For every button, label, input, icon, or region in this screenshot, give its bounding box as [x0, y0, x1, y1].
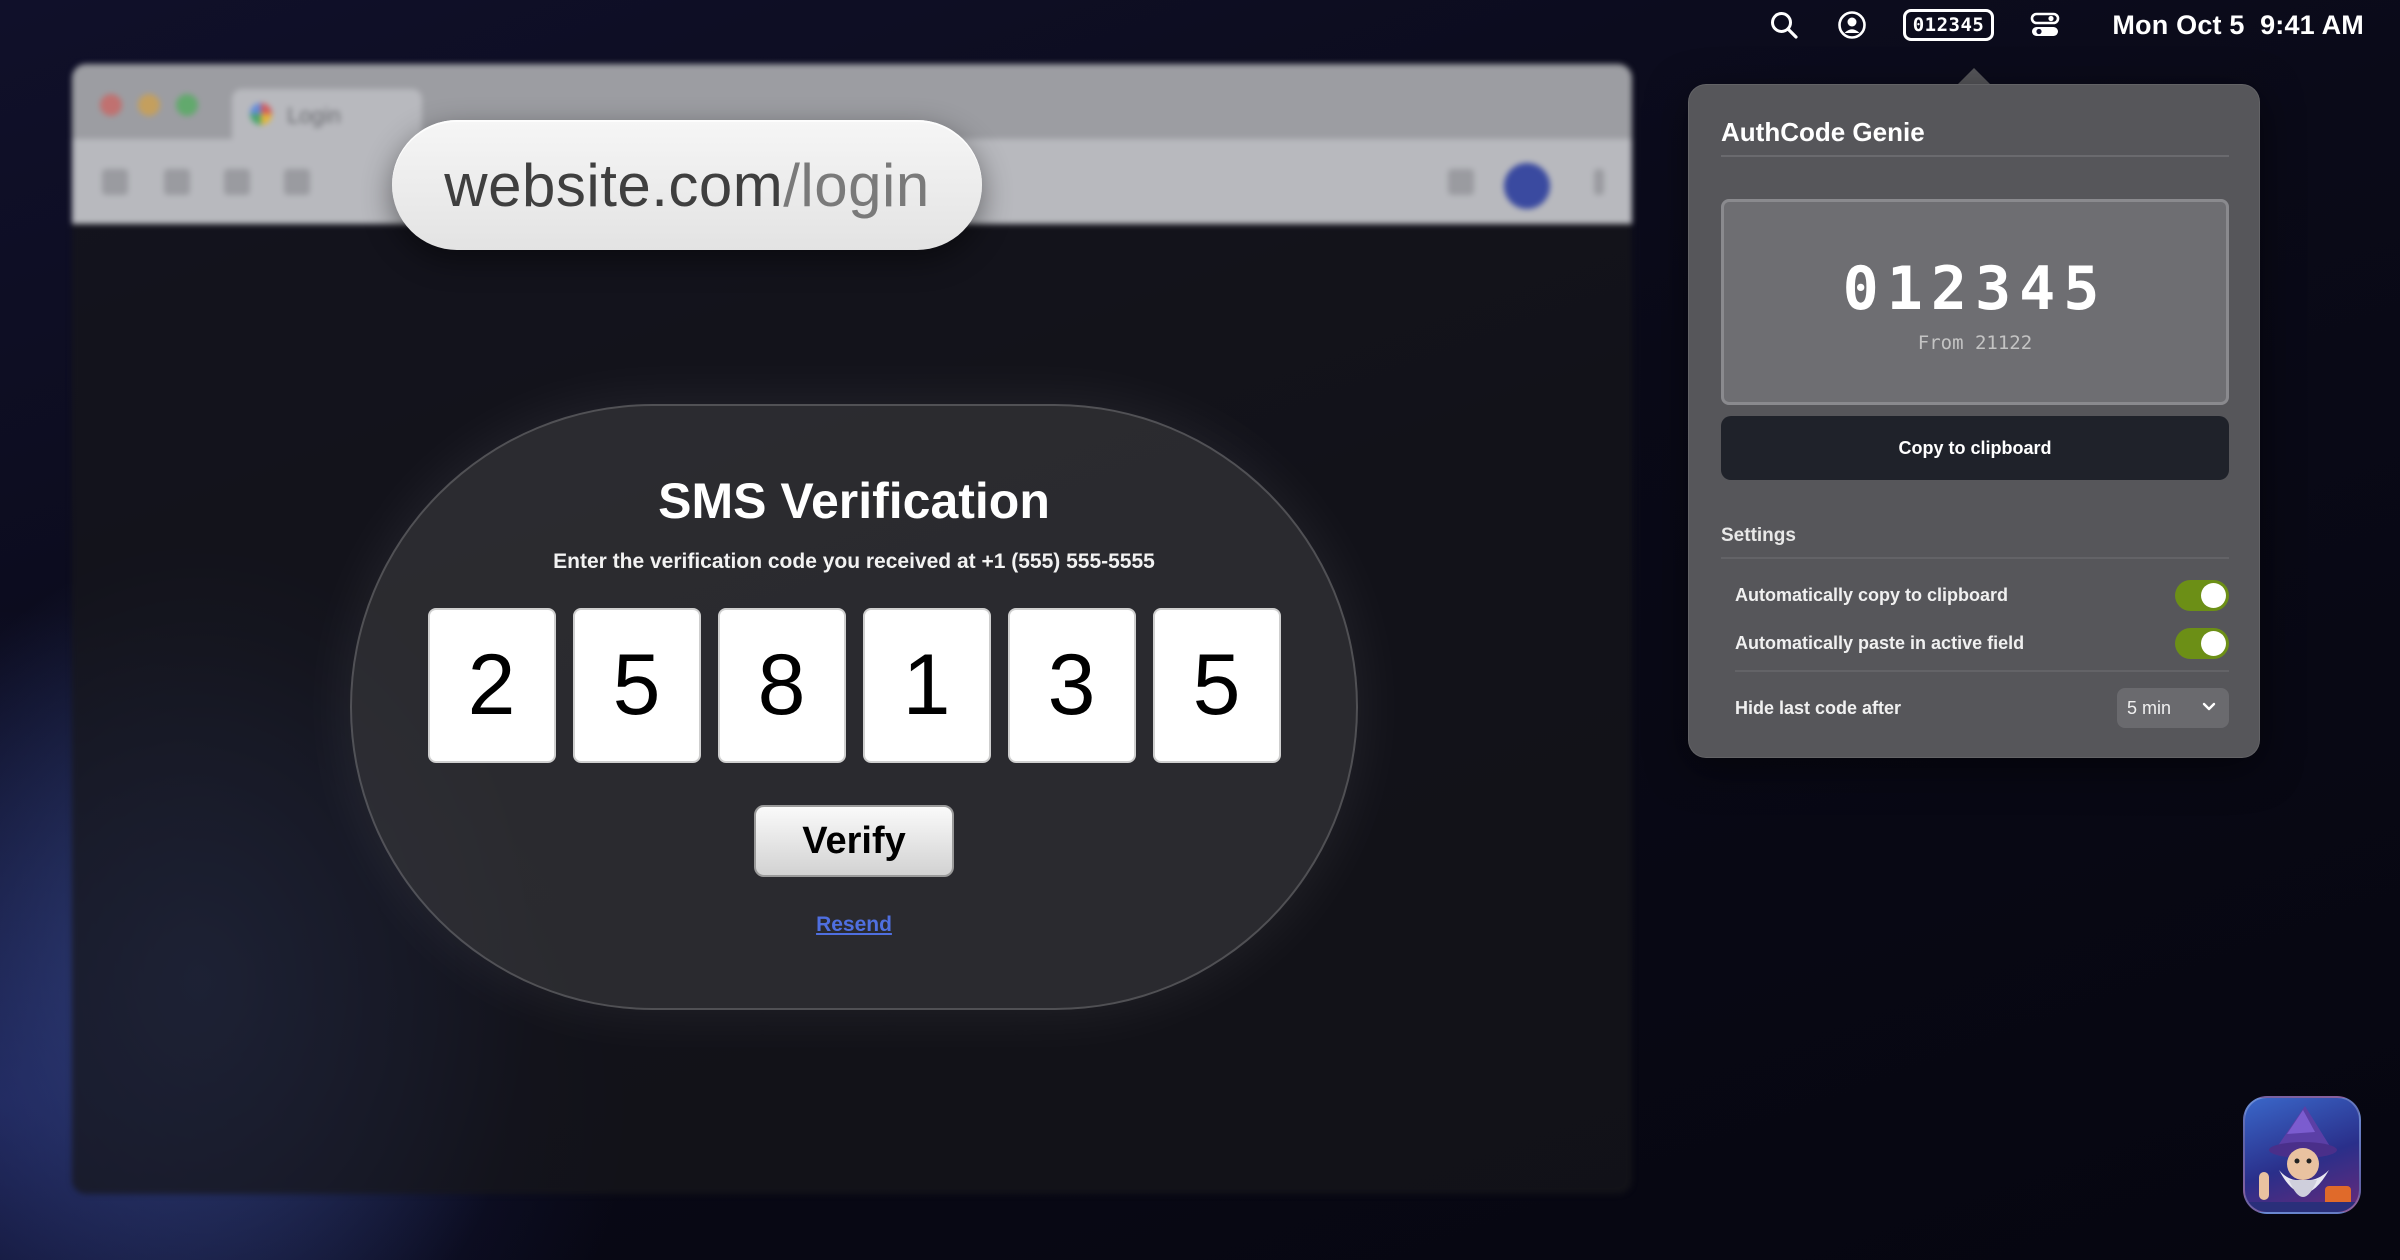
toggle-knob	[2201, 630, 2226, 656]
sms-verification-card: SMS Verification Enter the verification …	[350, 404, 1358, 1010]
minimize-window-icon[interactable]	[138, 94, 160, 116]
home-icon[interactable]	[284, 169, 310, 195]
verification-title: SMS Verification	[658, 473, 1050, 529]
code-digit-inputs: 2 5 8 1 3 5	[427, 608, 1281, 763]
last-code-value: 012345	[1842, 254, 2108, 324]
verify-button[interactable]: Verify	[754, 805, 954, 877]
wizard-app-icon[interactable]	[2243, 1096, 2361, 1214]
reload-icon[interactable]	[224, 169, 250, 195]
code-digit-input[interactable]: 5	[1152, 608, 1281, 763]
code-digit-input[interactable]: 1	[862, 608, 991, 763]
forward-icon[interactable]	[164, 169, 190, 195]
code-digit-input[interactable]: 2	[427, 608, 556, 763]
bookmark-star-icon[interactable]	[1448, 169, 1474, 195]
auto-paste-toggle[interactable]	[2175, 627, 2229, 659]
auto-copy-toggle[interactable]	[2175, 579, 2229, 611]
url-domain: website.com	[444, 151, 784, 219]
setting-auto-copy: Automatically copy to clipboard	[1735, 575, 2229, 615]
browser-tab-title: Login	[287, 103, 341, 128]
google-favicon-icon	[250, 103, 272, 125]
back-icon[interactable]	[102, 169, 128, 195]
setting-label: Hide last code after	[1735, 697, 1902, 718]
hide-duration-select[interactable]: 5 min	[2117, 688, 2229, 728]
more-menu-icon[interactable]	[1594, 169, 1604, 195]
setting-hide-code: Hide last code after 5 min	[1735, 688, 2229, 728]
verification-subtitle: Enter the verification code you received…	[553, 550, 1155, 573]
user-circle-icon[interactable]	[1835, 8, 1869, 42]
code-digit-input[interactable]: 5	[572, 608, 701, 763]
copy-to-clipboard-button[interactable]: Copy to clipboard	[1721, 416, 2229, 480]
code-digit-input[interactable]: 3	[1007, 608, 1136, 763]
divider	[1721, 155, 2229, 157]
chevron-down-icon	[2201, 698, 2217, 719]
popover-arrow	[1957, 68, 1991, 85]
browser-tab[interactable]: Login	[232, 89, 422, 139]
maximize-window-icon[interactable]	[176, 94, 198, 116]
setting-label: Automatically copy to clipboard	[1735, 584, 2009, 605]
resend-link[interactable]: Resend	[816, 913, 892, 937]
code-digit-input[interactable]: 8	[717, 608, 846, 763]
menubar-time: 9:41 AM	[2260, 9, 2364, 40]
setting-label: Automatically paste in active field	[1735, 632, 2025, 653]
control-center-icon[interactable]	[2028, 8, 2062, 42]
last-code-display: 012345 From 21122	[1721, 199, 2229, 405]
menubar-clock[interactable]: Mon Oct 5 9:41 AM	[2112, 10, 2364, 41]
menubar-date: Mon Oct 5	[2112, 9, 2245, 40]
url-display-pill: website.com/login	[392, 120, 982, 250]
divider	[1735, 670, 2229, 672]
code-sender: From 21122	[1917, 332, 2033, 354]
menu-bar: 012345 Mon Oct 5 9:41 AM	[0, 0, 2400, 50]
hide-duration-value: 5 min	[2127, 697, 2172, 718]
authcode-menubar-badge[interactable]: 012345	[1902, 9, 1995, 41]
divider	[1721, 557, 2229, 559]
toggle-knob	[2201, 582, 2226, 608]
search-icon[interactable]	[1767, 8, 1801, 42]
close-window-icon[interactable]	[100, 94, 122, 116]
setting-auto-paste: Automatically paste in active field	[1735, 623, 2229, 663]
authcode-genie-popover: AuthCode Genie 012345 From 21122 Copy to…	[1688, 84, 2260, 758]
popover-title: AuthCode Genie	[1721, 117, 1925, 147]
settings-heading: Settings	[1721, 525, 1796, 546]
profile-avatar[interactable]	[1504, 163, 1550, 209]
url-path: /login	[783, 151, 930, 219]
